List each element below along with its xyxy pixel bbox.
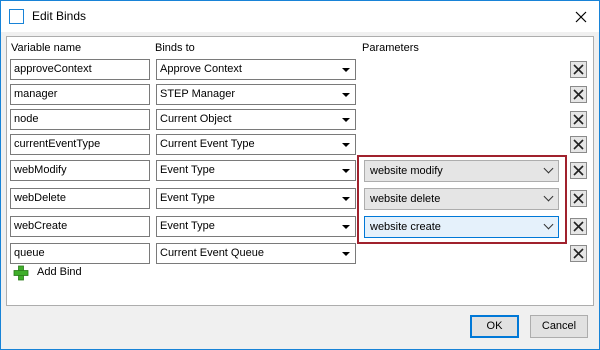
parameter-value: website modify (370, 165, 443, 177)
binds-to-value: Current Object (160, 113, 232, 125)
binds-to-value: Event Type (160, 192, 215, 204)
parameter-dropdown[interactable]: website delete (364, 188, 559, 210)
parameter-value: website create (370, 221, 441, 233)
variable-name-input[interactable]: queue (10, 243, 150, 264)
delete-x-icon (573, 248, 584, 259)
parameter-value: website delete (370, 193, 441, 205)
header-parameters: Parameters (362, 42, 419, 54)
variable-name-input[interactable]: manager (10, 84, 150, 105)
binds-to-dropdown[interactable]: Current Event Type (156, 134, 356, 155)
dialog-body: Variable name Binds to Parameters approv… (1, 32, 599, 349)
window-title: Edit Binds (32, 9, 87, 23)
binds-to-dropdown[interactable]: Current Event Queue (156, 243, 356, 264)
close-icon[interactable] (563, 1, 599, 32)
delete-bind-button[interactable] (570, 86, 587, 103)
binds-to-dropdown[interactable]: Current Object (156, 109, 356, 130)
delete-x-icon (573, 89, 584, 100)
binds-to-value: Approve Context (160, 63, 242, 75)
binds-to-value: Current Event Queue (160, 247, 264, 259)
delete-bind-button[interactable] (570, 190, 587, 207)
header-variable-name: Variable name (11, 42, 82, 54)
binds-to-dropdown[interactable]: Event Type (156, 216, 356, 237)
edit-binds-dialog: Edit Binds Variable name Binds to Parame… (0, 0, 600, 350)
binds-to-value: Current Event Type (160, 138, 255, 150)
cancel-button[interactable]: Cancel (530, 315, 588, 338)
binds-to-dropdown[interactable]: Event Type (156, 160, 356, 181)
binds-to-dropdown[interactable]: Approve Context (156, 59, 356, 80)
dropdown-arrow-icon (342, 93, 350, 97)
window-icon (9, 9, 24, 24)
delete-x-icon (573, 165, 584, 176)
chevron-down-icon (543, 163, 554, 174)
delete-bind-button[interactable] (570, 245, 587, 262)
ok-button[interactable]: OK (470, 315, 519, 338)
variable-name-input[interactable]: approveContext (10, 59, 150, 80)
binds-to-value: Event Type (160, 220, 215, 232)
dropdown-arrow-icon (342, 197, 350, 201)
binds-to-value: Event Type (160, 164, 215, 176)
delete-x-icon (573, 139, 584, 150)
delete-bind-button[interactable] (570, 136, 587, 153)
binds-to-dropdown[interactable]: Event Type (156, 188, 356, 209)
binds-table: Variable name Binds to Parameters approv… (6, 36, 594, 306)
plus-icon (13, 265, 29, 281)
variable-name-input[interactable]: webModify (10, 160, 150, 181)
dropdown-arrow-icon (342, 118, 350, 122)
variable-name-input[interactable]: node (10, 109, 150, 130)
parameter-dropdown[interactable]: website modify (364, 160, 559, 182)
delete-x-icon (573, 64, 584, 75)
dropdown-arrow-icon (342, 143, 350, 147)
variable-name-input[interactable]: webCreate (10, 216, 150, 237)
variable-name-input[interactable]: currentEventType (10, 134, 150, 155)
header-binds-to: Binds to (155, 42, 195, 54)
delete-bind-button[interactable] (570, 111, 587, 128)
title-bar: Edit Binds (1, 1, 599, 32)
delete-x-icon (573, 114, 584, 125)
delete-bind-button[interactable] (570, 61, 587, 78)
dropdown-arrow-icon (342, 169, 350, 173)
dropdown-arrow-icon (342, 68, 350, 72)
delete-x-icon (573, 193, 584, 204)
chevron-down-icon (543, 219, 554, 230)
chevron-down-icon (543, 191, 554, 202)
binds-to-dropdown[interactable]: STEP Manager (156, 84, 356, 105)
delete-bind-button[interactable] (570, 162, 587, 179)
dropdown-arrow-icon (342, 252, 350, 256)
delete-x-icon (573, 221, 584, 232)
binds-to-value: STEP Manager (160, 88, 236, 100)
add-bind-label: Add Bind (37, 266, 82, 278)
dropdown-arrow-icon (342, 225, 350, 229)
variable-name-input[interactable]: webDelete (10, 188, 150, 209)
parameter-dropdown[interactable]: website create (364, 216, 559, 238)
delete-bind-button[interactable] (570, 218, 587, 235)
